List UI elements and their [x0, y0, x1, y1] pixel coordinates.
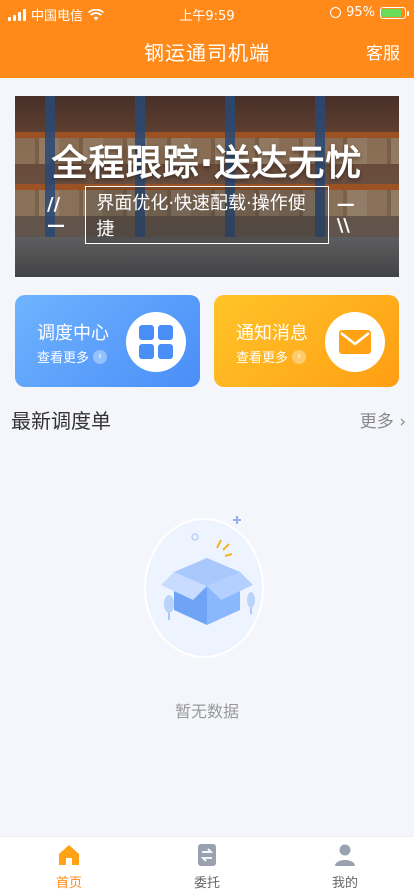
section-more-link[interactable]: 更多 ›	[360, 407, 406, 432]
dispatch-center-card[interactable]: 调度中心 查看更多 ›	[15, 295, 200, 387]
battery-icon	[380, 6, 409, 19]
tab-label: 首页	[55, 876, 82, 891]
card-more: 查看更多 ›	[37, 347, 108, 366]
banner-subline-wrap: //— 界面优化·快速配载·操作便捷 —\\	[47, 186, 367, 244]
card-more-label: 查看更多	[37, 351, 90, 366]
notification-card[interactable]: 通知消息 查看更多 ›	[214, 295, 399, 387]
grid-icon	[126, 312, 186, 372]
tab-home[interactable]: 首页	[0, 843, 138, 896]
rotation-lock-icon	[330, 7, 342, 18]
page-title: 钢运通司机端	[144, 41, 270, 65]
status-right: 95%	[330, 5, 409, 20]
home-icon	[59, 845, 79, 865]
top-header: 中国电信 上午9:59 95% 钢运通司机端 客服	[0, 0, 414, 78]
mail-icon	[325, 312, 385, 372]
section-more-label: 更多	[359, 412, 394, 432]
banner-deco-left: //—	[47, 194, 65, 236]
section-title: 最新调度单	[11, 409, 111, 433]
empty-state-text: 暂无数据	[174, 702, 239, 721]
banner-subline: 界面优化·快速配载·操作便捷	[85, 186, 329, 244]
card-title: 调度中心	[37, 323, 109, 344]
status-bar: 中国电信 上午9:59 95%	[0, 0, 414, 28]
chevron-right-icon: ›	[399, 412, 406, 432]
chevron-right-icon: ›	[93, 349, 108, 364]
promo-banner[interactable]: 全程跟踪·送达无忧 //— 界面优化·快速配载·操作便捷 —\\	[15, 96, 399, 277]
bottom-tab-bar: 首页 委托 我的	[0, 836, 414, 896]
card-more: 查看更多 ›	[236, 347, 307, 366]
card-more-label: 查看更多	[236, 351, 289, 366]
tab-label: 我的	[331, 876, 358, 891]
customer-service-button[interactable]: 客服	[366, 39, 400, 64]
empty-box-illustration	[141, 510, 271, 660]
tab-label: 委托	[193, 876, 220, 891]
battery-percent: 95%	[346, 5, 375, 20]
chevron-right-icon: ›	[292, 349, 307, 364]
banner-headline: 全程跟踪·送达无忧	[51, 143, 363, 184]
tab-profile[interactable]: 我的	[276, 843, 414, 896]
transfer-icon	[198, 844, 216, 866]
tab-delegate[interactable]: 委托	[138, 843, 276, 896]
card-title: 通知消息	[236, 323, 308, 344]
person-icon	[335, 844, 355, 866]
banner-deco-right: —\\	[336, 194, 355, 236]
